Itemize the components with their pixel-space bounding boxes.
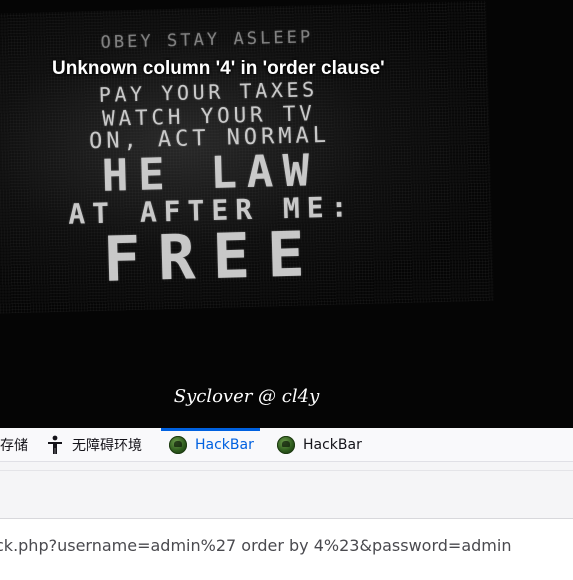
tab-label: HackBar [303, 436, 362, 453]
hackbar-url-panel: ck.php?username=admin%27 order by 4%23&p… [0, 519, 573, 580]
hackbar-url-input[interactable]: ck.php?username=admin%27 order by 4%23&p… [0, 529, 573, 561]
poster-text-line: FREE [102, 217, 323, 296]
background-poster-image: OBEY STAY ASLEEP PAY YOUR TAXES WATCH YO… [0, 0, 494, 316]
tab-label: HackBar [195, 436, 254, 453]
accessibility-icon [46, 435, 64, 455]
url-text: ck.php?username=admin%27 order by 4%23&p… [0, 535, 512, 555]
tab-label: 无障碍环境 [72, 437, 142, 454]
page-credit: Syclover @ cl4y [173, 386, 320, 407]
tab-label: 存储 [0, 437, 28, 454]
page-viewport: OBEY STAY ASLEEP PAY YOUR TAXES WATCH YO… [0, 0, 573, 428]
hackbar-icon [169, 435, 187, 454]
tab-storage[interactable]: 存储 [0, 428, 28, 461]
tab-accessibility[interactable]: 无障碍环境 [46, 428, 142, 461]
tab-hackbar[interactable]: HackBar [277, 428, 362, 461]
hackbar-toolbar [0, 462, 573, 519]
poster-text-line: OBEY STAY ASLEEP [100, 27, 314, 53]
tab-hackbar-active[interactable]: HackBar [161, 428, 260, 461]
devtools-tab-bar: 存储 无障碍环境 HackBar HackBar [0, 428, 573, 462]
sql-error-message: Unknown column '4' in 'order clause' [52, 58, 385, 79]
hackbar-icon [277, 435, 295, 454]
